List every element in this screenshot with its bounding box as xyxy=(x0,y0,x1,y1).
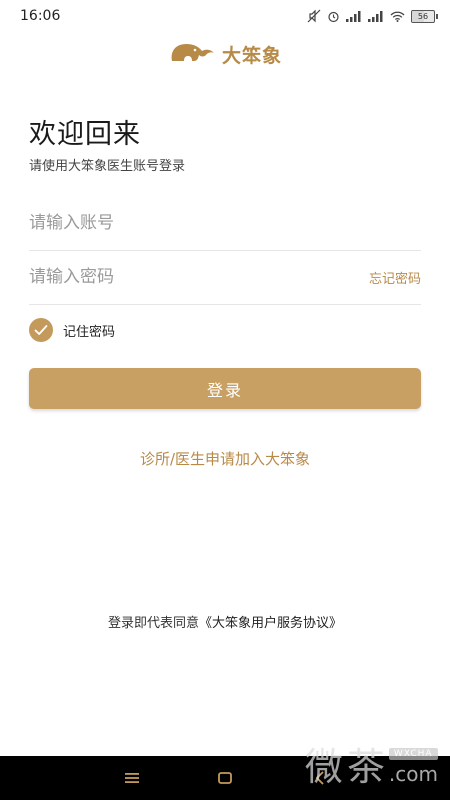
forgot-password-link[interactable]: 忘记密码 xyxy=(369,268,421,287)
remember-password-checkbox[interactable]: 记住密码 xyxy=(29,318,115,342)
account-field xyxy=(29,196,421,251)
agreement-prefix: 登录即代表同意 xyxy=(107,616,199,631)
watermark-char-1: 微 xyxy=(304,745,343,789)
alarm-icon xyxy=(327,10,340,23)
watermark-com: .com xyxy=(388,762,438,786)
menu-nav-button[interactable] xyxy=(120,768,144,788)
elephant-logo-icon xyxy=(168,39,218,69)
agreement-link[interactable]: 《大笨象用户服务协议》 xyxy=(199,616,342,631)
status-time: 16:06 xyxy=(20,8,61,24)
battery-level: 56 xyxy=(417,11,429,21)
signal-icon-2 xyxy=(368,10,384,22)
page-subtitle: 请使用大笨象医生账号登录 xyxy=(29,159,186,174)
watermark-char-2: 茶 xyxy=(346,745,385,789)
status-bar: 16:06 56 xyxy=(0,0,450,32)
app-logo: 大笨象 xyxy=(0,38,450,70)
password-input[interactable] xyxy=(29,267,369,287)
remember-password-label: 记住密码 xyxy=(63,324,116,340)
menu-icon xyxy=(125,773,139,783)
agreement-text: 登录即代表同意《大笨象用户服务协议》 xyxy=(0,612,450,631)
site-watermark: 微 茶 WXCHA .com xyxy=(305,748,438,786)
page-title: 欢迎回来 xyxy=(29,119,141,150)
home-nav-button[interactable] xyxy=(213,768,237,788)
login-button[interactable]: 登录 xyxy=(29,368,421,409)
checkmark-icon xyxy=(29,318,53,342)
password-field: 忘记密码 xyxy=(29,250,421,305)
join-application-link[interactable]: 诊所/医生申请加入大笨象 xyxy=(0,448,450,469)
logo-text: 大笨象 xyxy=(221,44,282,67)
wifi-icon xyxy=(390,11,405,22)
status-icons: 56 xyxy=(307,9,438,23)
signal-icon xyxy=(346,10,362,22)
system-nav-bar: 微 茶 WXCHA .com xyxy=(0,748,450,800)
account-input[interactable] xyxy=(29,213,421,233)
home-square-icon xyxy=(218,772,232,784)
watermark-badge: WXCHA xyxy=(388,748,438,760)
mute-icon xyxy=(307,9,321,23)
battery-icon: 56 xyxy=(411,9,438,23)
